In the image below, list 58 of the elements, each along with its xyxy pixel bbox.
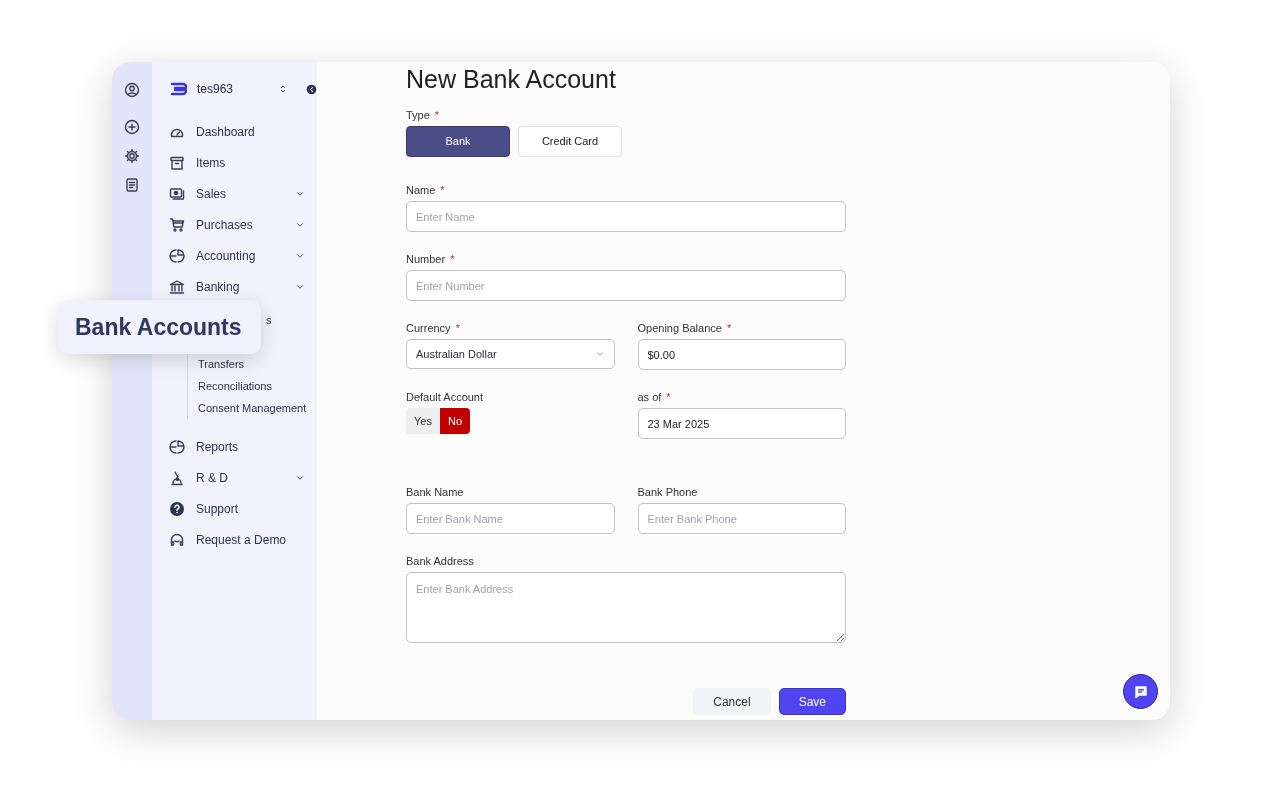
nav-item[interactable]: R & D <box>169 462 305 493</box>
nav-item[interactable]: Accounting <box>169 240 305 271</box>
field-label: Default Account <box>406 390 485 404</box>
cart-icon <box>169 216 185 233</box>
nav-item[interactable]: Purchases <box>169 209 305 240</box>
submenu-item[interactable]: Transfers <box>198 353 313 375</box>
textarea-field[interactable]: Enter Bank Address <box>406 572 846 643</box>
input-field[interactable]: Enter Name <box>406 201 846 232</box>
field-label: Number * <box>406 252 456 266</box>
headset-icon <box>169 531 185 548</box>
toggle-option[interactable]: Yes <box>406 408 440 434</box>
cash-icon <box>169 185 185 202</box>
input-field[interactable]: 23 Mar 2025 <box>637 408 846 439</box>
bank-icon <box>169 278 185 295</box>
input-field[interactable]: Enter Number <box>406 270 846 301</box>
type-option[interactable]: Bank <box>406 126 510 157</box>
plus-circle-icon[interactable] <box>124 119 140 135</box>
logo-icon <box>169 80 189 98</box>
settings-icon[interactable] <box>124 148 140 164</box>
nav-item[interactable]: Banking <box>169 271 305 302</box>
input-field[interactable]: Enter Bank Phone <box>637 503 846 534</box>
nav-item[interactable]: Dashboard <box>169 116 305 147</box>
field-label: as of * <box>637 390 672 404</box>
chat-button[interactable] <box>1123 674 1158 709</box>
help-icon <box>169 500 185 517</box>
cancel-button[interactable]: Cancel <box>693 688 771 715</box>
field-label: Bank Name <box>406 485 465 499</box>
field-label: Bank Phone <box>637 485 699 499</box>
pie-chart-icon <box>169 247 185 264</box>
nav-item[interactable]: Support <box>169 493 305 524</box>
org-name: tes963 <box>197 81 234 98</box>
document-icon[interactable] <box>124 177 140 193</box>
sort-icon[interactable] <box>278 83 288 95</box>
field-label: Type * <box>406 108 441 122</box>
toggle-option[interactable]: No <box>439 408 470 434</box>
bank-accounts-callout: Bank Accounts <box>58 300 261 354</box>
input-field[interactable]: Enter Bank Name <box>406 503 615 534</box>
submenu-item[interactable]: Consent Management <box>198 397 313 419</box>
pie-chart-icon <box>169 438 185 455</box>
archive-box-icon <box>169 154 185 171</box>
user-icon[interactable] <box>124 82 140 98</box>
chat-icon <box>1132 683 1149 700</box>
select-field[interactable]: Australian Dollar <box>406 339 615 369</box>
chevron-down-icon <box>594 349 605 359</box>
field-label: Currency * <box>406 321 461 335</box>
input-field[interactable]: $0.00 <box>637 339 846 370</box>
field-label: Opening Balance * <box>637 321 733 335</box>
nav-item[interactable]: Items <box>169 147 305 178</box>
submenu-item[interactable]: Reconciliations <box>198 375 313 397</box>
page-title: New Bank Account <box>406 64 617 94</box>
type-option[interactable]: Credit Card <box>518 126 622 157</box>
field-label: Bank Address <box>406 554 475 568</box>
nav-item[interactable]: Sales <box>169 178 305 209</box>
collapse-icon[interactable] <box>306 83 317 95</box>
nav-item[interactable]: Reports <box>169 431 305 462</box>
save-button[interactable]: Save <box>778 688 846 715</box>
field-label: Name * <box>406 183 446 197</box>
nav-item[interactable]: Request a Demo <box>169 524 305 555</box>
